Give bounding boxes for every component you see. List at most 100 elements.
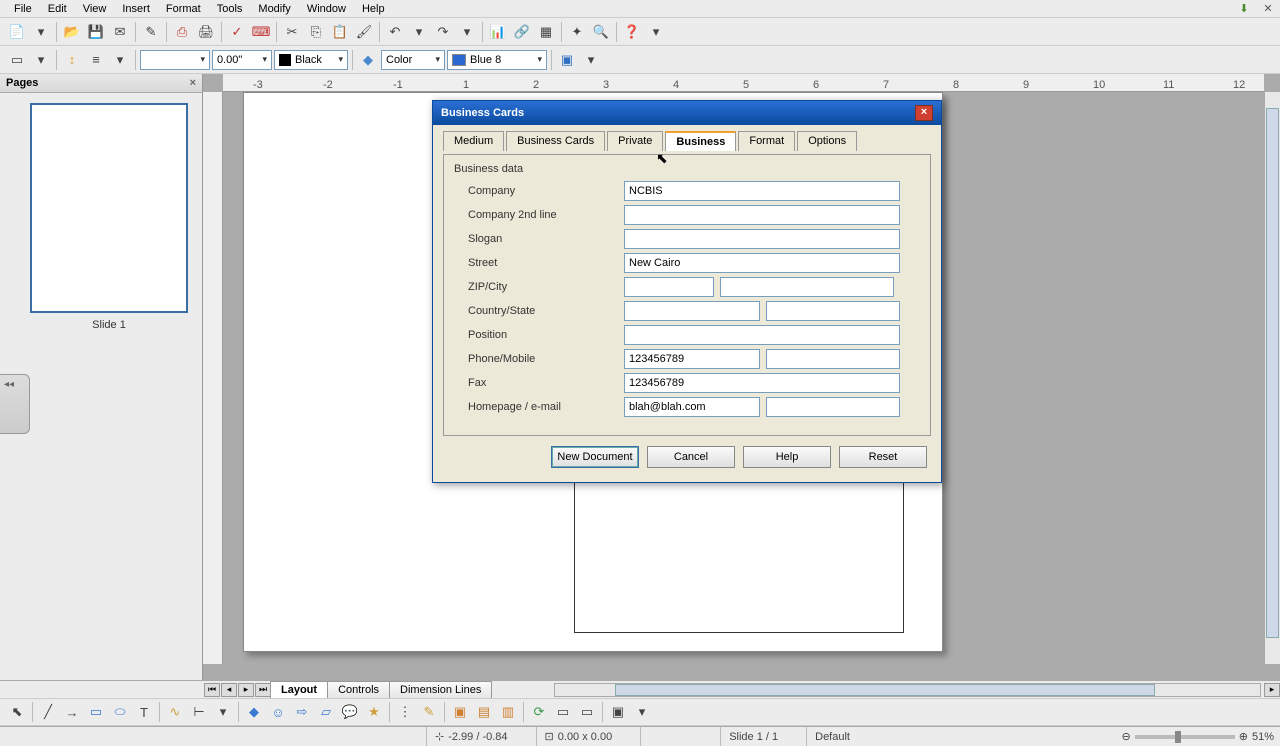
- toolbar2-overflow-icon[interactable]: ▾: [580, 49, 602, 71]
- line-color-combo[interactable]: Black▾: [274, 50, 348, 70]
- undo-drop-icon[interactable]: ▾: [408, 21, 430, 43]
- menu-tools[interactable]: Tools: [209, 1, 251, 17]
- dialog-close-icon[interactable]: ×: [915, 105, 933, 121]
- slide-thumbnail[interactable]: [30, 103, 188, 313]
- mobile-field[interactable]: [766, 349, 900, 369]
- tab-layout[interactable]: Layout: [270, 681, 328, 698]
- close-icon[interactable]: ✕: [1260, 0, 1276, 16]
- cut-icon[interactable]: ✂: [281, 21, 303, 43]
- save-icon[interactable]: 💾: [85, 21, 107, 43]
- menu-file[interactable]: File: [6, 1, 40, 17]
- hscroll-right-icon[interactable]: ▸: [1264, 683, 1280, 697]
- tab-dimension[interactable]: Dimension Lines: [389, 681, 492, 698]
- line-width-combo[interactable]: 0.00"▾: [212, 50, 272, 70]
- dialog-title: Business Cards: [441, 107, 524, 119]
- page-icon[interactable]: ▭: [6, 49, 28, 71]
- tab-medium[interactable]: Medium: [443, 131, 504, 151]
- dialog-buttons: New Document Cancel Help Reset: [443, 446, 931, 472]
- help-button[interactable]: Help: [743, 446, 831, 468]
- zoom-in-icon[interactable]: ⊕: [1239, 730, 1248, 743]
- zoom-icon[interactable]: 🔍: [590, 21, 612, 43]
- print-icon[interactable]: 🖨: [195, 21, 217, 43]
- tab-private[interactable]: Private: [607, 131, 663, 151]
- zip-field[interactable]: [624, 277, 714, 297]
- city-field[interactable]: [720, 277, 894, 297]
- zoom-slider[interactable]: [1135, 735, 1235, 739]
- country-field[interactable]: [624, 301, 760, 321]
- copy-icon[interactable]: ⎘: [305, 21, 327, 43]
- next-tab-icon[interactable]: ▸: [238, 683, 254, 697]
- slide-label: Slide 1: [30, 319, 188, 331]
- edit-icon[interactable]: ✎: [140, 21, 162, 43]
- fill-type-combo[interactable]: Color▾: [381, 50, 445, 70]
- toolbar-overflow-icon[interactable]: ▾: [645, 21, 667, 43]
- company2-field[interactable]: [624, 205, 900, 225]
- label-slogan: Slogan: [454, 233, 624, 245]
- tab-business[interactable]: Business: [665, 131, 736, 151]
- pages-panel-close-icon[interactable]: ×: [190, 77, 196, 89]
- menu-edit[interactable]: Edit: [40, 1, 75, 17]
- menu-help[interactable]: Help: [354, 1, 393, 17]
- line-style-combo[interactable]: ▾: [140, 50, 210, 70]
- new-icon[interactable]: 📄: [6, 21, 28, 43]
- slogan-field[interactable]: [624, 229, 900, 249]
- email-icon[interactable]: ✉: [109, 21, 131, 43]
- tab-options[interactable]: Options: [797, 131, 857, 151]
- first-tab-icon[interactable]: ⏮: [204, 683, 220, 697]
- cancel-button[interactable]: Cancel: [647, 446, 735, 468]
- sidebar-collapse-tab[interactable]: ◂◂: [0, 374, 30, 434]
- placeholder-box[interactable]: [574, 473, 904, 633]
- help-icon[interactable]: ❓: [621, 21, 643, 43]
- street-field[interactable]: [624, 253, 900, 273]
- status-layout[interactable]: Default: [806, 727, 1026, 746]
- line-style-icon[interactable]: ≡: [85, 49, 107, 71]
- zoom-value[interactable]: 51%: [1252, 731, 1274, 743]
- menu-window[interactable]: Window: [299, 1, 354, 17]
- table-icon[interactable]: ▦: [535, 21, 557, 43]
- update-icon[interactable]: ⬇: [1236, 0, 1252, 16]
- new-document-button[interactable]: New Document: [551, 446, 639, 468]
- fax-field[interactable]: [624, 373, 900, 393]
- navigator-icon[interactable]: ✦: [566, 21, 588, 43]
- section-label: Business data: [454, 163, 920, 175]
- vertical-scrollbar[interactable]: [1264, 92, 1280, 664]
- dialog-titlebar[interactable]: Business Cards ×: [433, 101, 941, 125]
- menu-format[interactable]: Format: [158, 1, 209, 17]
- position-field[interactable]: [624, 325, 900, 345]
- undo-icon[interactable]: ↶: [384, 21, 406, 43]
- fill-color-combo[interactable]: Blue 8▾: [447, 50, 547, 70]
- phone-field[interactable]: [624, 349, 760, 369]
- hyperlink-icon[interactable]: 🔗: [511, 21, 533, 43]
- redo-icon[interactable]: ↷: [432, 21, 454, 43]
- zoom-out-icon[interactable]: ⊖: [1122, 730, 1131, 743]
- horizontal-scrollbar[interactable]: [554, 683, 1261, 697]
- reset-button[interactable]: Reset: [839, 446, 927, 468]
- format-paint-icon[interactable]: 🖌: [353, 21, 375, 43]
- redo-drop-icon[interactable]: ▾: [456, 21, 478, 43]
- status-coords: ⊹-2.99 / -0.84: [426, 727, 516, 746]
- line-drop-icon[interactable]: ▾: [109, 49, 131, 71]
- last-tab-icon[interactable]: ⏭: [255, 683, 271, 697]
- tab-controls[interactable]: Controls: [327, 681, 390, 698]
- tab-business-cards[interactable]: Business Cards: [506, 131, 605, 151]
- area-icon[interactable]: ◆: [357, 49, 379, 71]
- homepage-field[interactable]: [624, 397, 760, 417]
- menu-insert[interactable]: Insert: [114, 1, 158, 17]
- state-field[interactable]: [766, 301, 900, 321]
- menu-view[interactable]: View: [75, 1, 115, 17]
- arrow-style-icon[interactable]: ↕: [61, 49, 83, 71]
- autospell-icon[interactable]: ⌨: [250, 21, 272, 43]
- menu-modify[interactable]: Modify: [250, 1, 298, 17]
- email-field[interactable]: [766, 397, 900, 417]
- paste-icon[interactable]: 📋: [329, 21, 351, 43]
- chart-icon[interactable]: 📊: [487, 21, 509, 43]
- page-drop-icon[interactable]: ▾: [30, 49, 52, 71]
- shadow-icon[interactable]: ▣: [556, 49, 578, 71]
- dropdown-icon[interactable]: ▾: [30, 21, 52, 43]
- tab-format[interactable]: Format: [738, 131, 795, 151]
- pdf-icon[interactable]: ⎙: [171, 21, 193, 43]
- company-field[interactable]: [624, 181, 900, 201]
- open-icon[interactable]: 📂: [61, 21, 83, 43]
- spellcheck-icon[interactable]: ✓: [226, 21, 248, 43]
- prev-tab-icon[interactable]: ◂: [221, 683, 237, 697]
